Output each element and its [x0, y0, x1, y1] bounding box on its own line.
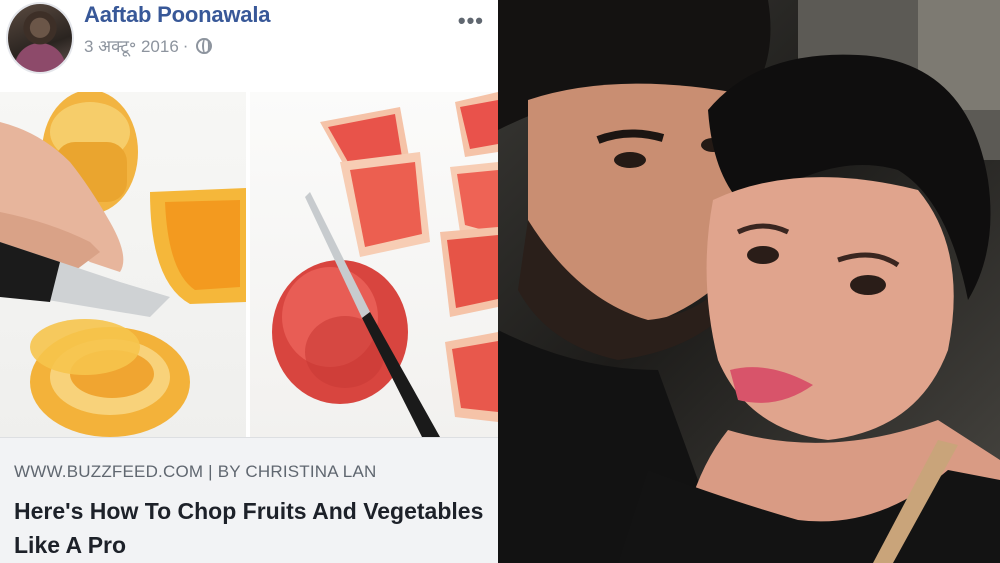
squash-illustration: [0, 92, 246, 437]
link-preview-image[interactable]: [0, 92, 498, 437]
profile-avatar[interactable]: [6, 2, 74, 74]
link-preview[interactable]: WWW.BUZZFEED.COM | BY CHRISTINA LAN Here…: [0, 437, 498, 563]
post-date[interactable]: 3 अक्टू॰ 2016: [84, 34, 179, 57]
meta-separator: ·: [182, 35, 189, 55]
couple-photo: [498, 0, 1000, 563]
grapefruit-photo: [250, 92, 498, 437]
more-options-icon[interactable]: •••: [458, 10, 484, 32]
post-meta: 3 अक्टू॰ 2016 ·: [84, 34, 213, 57]
link-domain: WWW.BUZZFEED.COM | BY CHRISTINA LAN: [14, 462, 377, 481]
post-header: Aaftab Poonawala 3 अक्टू॰ 2016 · •••: [0, 0, 498, 92]
squash-photo: [0, 92, 246, 437]
globe-icon[interactable]: [196, 37, 213, 54]
grapefruit-illustration: [272, 92, 498, 437]
couple-illustration: [498, 0, 1000, 563]
facebook-post-card: Aaftab Poonawala 3 अक्टू॰ 2016 · ••• WWW…: [0, 0, 498, 563]
link-title[interactable]: Here's How To Chop Fruits And Vegetables…: [14, 494, 484, 562]
author-name[interactable]: Aaftab Poonawala: [84, 2, 270, 28]
